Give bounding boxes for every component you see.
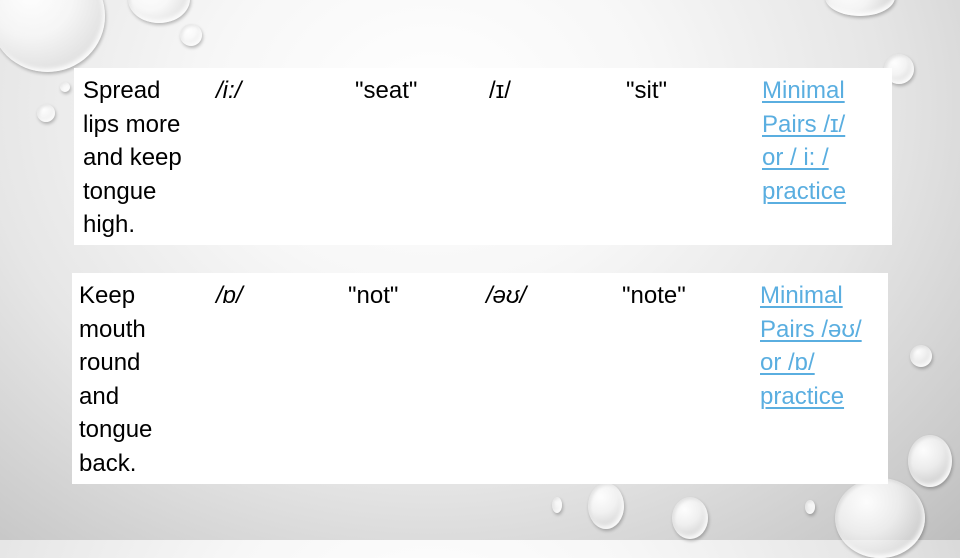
water-drop-decoration bbox=[805, 500, 815, 514]
water-drop-decoration bbox=[588, 483, 624, 529]
phoneme-long: /i:/ bbox=[216, 77, 242, 104]
minimal-pairs-link[interactable]: Minimal Pairs /əʊ/ or /ɒ/ practice bbox=[760, 279, 862, 413]
water-drop-decoration bbox=[910, 345, 932, 367]
water-drop-decoration bbox=[128, 0, 190, 23]
phoneme-short: /ɪ/ bbox=[489, 77, 511, 104]
water-drop-decoration bbox=[0, 0, 105, 72]
link-line[interactable]: Pairs /əʊ/ bbox=[760, 313, 862, 347]
articulation-description: Keep mouth round and tongue back. bbox=[79, 282, 153, 477]
table-row: Keep mouth round and tongue back. /ɒ/ "n… bbox=[72, 273, 888, 484]
example-word: "sit" bbox=[626, 77, 668, 104]
table-row: Spread lips more and keep tongue high. /… bbox=[74, 68, 892, 245]
link-line[interactable]: Minimal bbox=[760, 279, 862, 313]
water-drop-decoration bbox=[60, 82, 70, 92]
example-word: "seat" bbox=[355, 77, 418, 104]
link-line[interactable]: Minimal bbox=[762, 74, 846, 108]
water-drop-decoration bbox=[552, 497, 562, 513]
water-drop-decoration bbox=[180, 24, 202, 46]
water-drop-decoration bbox=[908, 435, 952, 487]
water-drop-decoration bbox=[672, 497, 708, 539]
link-line[interactable]: Pairs /ɪ/ bbox=[762, 108, 846, 142]
water-drop-decoration bbox=[835, 478, 925, 558]
link-line[interactable]: practice bbox=[762, 175, 846, 209]
water-drop-decoration bbox=[825, 0, 895, 16]
link-line[interactable]: or /ɒ/ bbox=[760, 346, 862, 380]
link-line[interactable]: practice bbox=[760, 380, 862, 414]
link-line[interactable]: or / i: / bbox=[762, 141, 846, 175]
articulation-description: Spread lips more and keep tongue high. bbox=[83, 77, 182, 238]
minimal-pairs-link[interactable]: Minimal Pairs /ɪ/ or / i: / practice bbox=[762, 74, 846, 208]
water-drop-decoration bbox=[37, 104, 55, 122]
phoneme-short: /ɒ/ bbox=[216, 282, 243, 309]
phoneme-diphthong: /əʊ/ bbox=[486, 282, 527, 309]
example-word: "not" bbox=[348, 282, 399, 309]
example-word: "note" bbox=[622, 282, 686, 309]
